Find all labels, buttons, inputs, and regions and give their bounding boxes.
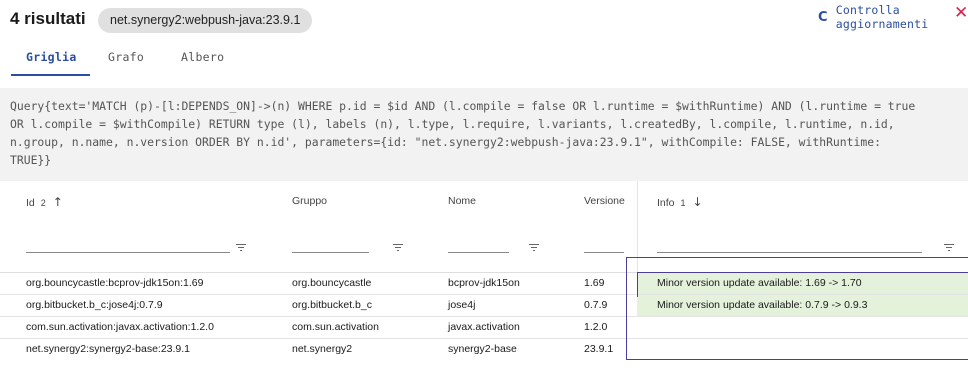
cell-group: net.synergy2 — [292, 343, 353, 355]
query-line: OR l.compile = $withCompile) RETURN type… — [10, 117, 895, 131]
table-row[interactable]: com.sun.activation:javax.activation:1.2.… — [0, 317, 968, 339]
results-grid: Id 2 ↑ Gruppo Nome Versione Info 1 ↓ org.bou… — [0, 181, 968, 371]
results-header: 4 risultati net.synergy2:webpush-java:23… — [0, 0, 968, 40]
cell-focus-left-border — [637, 272, 638, 297]
sort-ascending-icon: ↑ — [52, 195, 63, 209]
sort-order-badge: 1 — [680, 198, 686, 208]
tab-griglia[interactable]: Griglia — [26, 50, 77, 64]
cell-id: org.bitbucket.b_c:jose4j:0.7.9 — [26, 299, 163, 311]
query-panel: Query{text='MATCH (p)-[l:DEPENDS_ON]->(n… — [0, 88, 968, 181]
dependency-chip: net.synergy2:webpush-java:23.9.1 — [98, 8, 313, 33]
column-header-label: Id — [26, 197, 35, 209]
cell-info[interactable] — [637, 339, 968, 360]
query-text: Query{text='MATCH (p)-[l:DEPENDS_ON]->(n… — [10, 97, 968, 169]
column-header-versione[interactable]: Versione — [584, 195, 625, 207]
cell-version: 1.69 — [584, 277, 605, 289]
column-header-nome[interactable]: Nome — [448, 195, 476, 207]
cell-group: com.sun.activation — [292, 321, 379, 333]
column-header-id[interactable]: Id 2 ↑ — [26, 195, 63, 209]
tab-grafo[interactable]: Grafo — [108, 50, 144, 64]
cell-version: 1.2.0 — [584, 321, 608, 333]
filter-input-gruppo[interactable] — [292, 252, 369, 253]
close-icon[interactable]: ✕ — [954, 3, 968, 23]
table-row[interactable]: org.bitbucket.b_c:jose4j:0.7.9 org.bitbu… — [0, 295, 968, 317]
filter-icon[interactable] — [944, 244, 954, 252]
cell-id: net.synergy2:synergy2-base:23.9.1 — [26, 343, 191, 355]
column-header-gruppo[interactable]: Gruppo — [292, 195, 327, 207]
column-header-label: Info — [657, 197, 675, 209]
refresh-icon: C — [818, 9, 828, 25]
column-header-info[interactable]: Info 1 ↓ — [657, 195, 703, 209]
check-updates-button[interactable]: C Controlla aggiornamenti — [818, 3, 968, 31]
sort-order-badge: 2 — [40, 198, 46, 208]
query-line: Query{text='MATCH (p)-[l:DEPENDS_ON]->(n… — [10, 99, 916, 113]
active-tab-indicator — [11, 74, 90, 76]
cell-id: com.sun.activation:javax.activation:1.2.… — [26, 321, 214, 333]
sort-descending-icon: ↓ — [692, 195, 703, 209]
filter-input-versione[interactable] — [584, 252, 624, 253]
query-line: TRUE}} — [10, 153, 52, 167]
cell-name: javax.activation — [448, 321, 520, 333]
update-info-text: Minor version update available: 0.7.9 ->… — [657, 299, 868, 311]
check-updates-label: Controlla aggiornamenti — [835, 3, 929, 31]
cell-name: jose4j — [448, 299, 476, 311]
view-tabs: Griglia Grafo Albero — [0, 44, 968, 76]
cell-group: org.bitbucket.b_c — [292, 299, 372, 311]
cell-info[interactable]: Minor version update available: 0.7.9 ->… — [637, 295, 968, 316]
filter-input-id[interactable] — [26, 252, 230, 253]
filter-icon[interactable] — [529, 244, 539, 252]
results-count: 4 risultati — [10, 9, 86, 28]
cell-id: org.bouncycastle:bcprov-jdk15on:1.69 — [26, 277, 204, 289]
cell-group: org.bouncycastle — [292, 277, 372, 289]
filter-input-nome[interactable] — [448, 252, 509, 253]
filter-icon[interactable] — [393, 244, 403, 252]
cell-info[interactable] — [637, 317, 968, 338]
filter-icon[interactable] — [236, 244, 246, 252]
cell-version: 23.9.1 — [584, 343, 614, 355]
cell-info[interactable]: Minor version update available: 1.69 -> … — [637, 273, 968, 294]
cell-name: synergy2-base — [448, 343, 517, 355]
cell-version: 0.7.9 — [584, 299, 608, 311]
update-info-text: Minor version update available: 1.69 -> … — [657, 277, 862, 289]
tab-albero[interactable]: Albero — [181, 50, 224, 64]
cell-focus-top-border — [637, 272, 968, 273]
table-row[interactable]: net.synergy2:synergy2-base:23.9.1 net.sy… — [0, 339, 968, 361]
cell-name: bcprov-jdk15on — [448, 277, 520, 289]
filter-input-info[interactable] — [657, 252, 922, 253]
column-separator[interactable] — [637, 181, 638, 272]
query-line: n.group, n.name, n.version ORDER BY n.id… — [10, 135, 881, 149]
table-row[interactable]: org.bouncycastle:bcprov-jdk15on:1.69 org… — [0, 273, 968, 295]
